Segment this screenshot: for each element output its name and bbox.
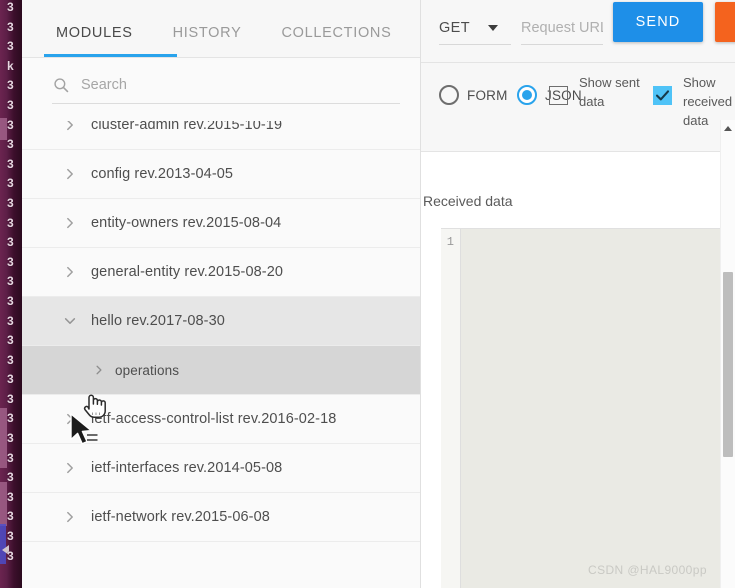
strip-glyph: 3: [7, 489, 14, 504]
module-row[interactable]: hello rev.2017-08-30: [22, 297, 420, 346]
tab-modules[interactable]: MODULES: [36, 25, 153, 57]
active-tab-indicator: [44, 54, 177, 57]
strip-glyph: 3: [7, 235, 14, 250]
left-edge-strip: 3 3 3 k 3 3 3 3 3 3 3 3 3 3 3 3 3 3 3 3 3 3 3 3 3 3 3 3 3: [0, 0, 22, 588]
strip-glyph: 3: [7, 78, 14, 93]
module-row[interactable]: ietf-interfaces rev.2014-05-08: [22, 444, 420, 493]
module-row[interactable]: general-entity rev.2015-08-20: [22, 248, 420, 297]
chevron-right-icon[interactable]: [63, 216, 77, 230]
strip-glyph: 3: [7, 352, 14, 367]
strip-glyph: 3: [7, 39, 14, 54]
strip-glyph-column: 3 3 3 k 3 3 3 3 3 3 3 3 3 3 3 3 3 3 3 3 3 3 3 3 3 3 3 3 3: [7, 0, 22, 566]
scrollbar-thumb[interactable]: [723, 272, 733, 457]
chevron-right-icon[interactable]: [63, 412, 77, 426]
module-row-label: cluster-admin rev.2015-10-19: [91, 121, 283, 133]
received-data-editor[interactable]: 1: [441, 228, 735, 588]
module-list-scroll[interactable]: cluster-admin rev.2015-10-19 config rev.2…: [22, 121, 420, 588]
strip-glyph: 3: [7, 333, 14, 348]
module-child-row[interactable]: operations: [22, 346, 420, 395]
module-row[interactable]: config rev.2013-04-05: [22, 150, 420, 199]
show-received-data-checkbox[interactable]: [653, 86, 672, 105]
chevron-right-icon[interactable]: [63, 510, 77, 524]
strip-glyph: 3: [7, 156, 14, 171]
strip-glyph: 3: [7, 391, 14, 406]
strip-glyph: 3: [7, 293, 14, 308]
watermark: CSDN @HAL9000pp: [588, 563, 707, 577]
tab-label: HISTORY: [172, 25, 242, 41]
search-row[interactable]: [52, 76, 400, 104]
module-row-label: ietf-interfaces rev.2014-05-08: [91, 460, 283, 476]
chevron-down-icon[interactable]: [63, 314, 77, 328]
received-data-title: Received data: [423, 193, 513, 209]
request-options-row: FORM JSON Show sent data Show received d…: [421, 62, 735, 153]
http-method-value: GET: [439, 20, 471, 36]
module-row[interactable]: cluster-admin rev.2015-10-19: [22, 121, 420, 150]
strip-glyph: 3: [7, 195, 14, 210]
strip-glyph: 3: [7, 431, 14, 446]
strip-glyph: 3: [7, 313, 14, 328]
module-row[interactable]: ietf-access-control-list rev.2016-02-18: [22, 395, 420, 444]
send-button[interactable]: SEND: [613, 2, 703, 42]
module-row-label: general-entity rev.2015-08-20: [91, 264, 284, 280]
strip-glyph: 3: [7, 117, 14, 132]
strip-glyph: 3: [7, 274, 14, 289]
tab-label: MODULES: [56, 25, 133, 41]
tab-collections[interactable]: COLLECTIONS: [261, 25, 411, 57]
module-row-label: config rev.2013-04-05: [91, 166, 234, 182]
editor-line-number: 1: [446, 235, 454, 249]
radio-form-label: FORM: [467, 88, 508, 103]
check-icon: [655, 90, 670, 101]
module-row-label: operations: [115, 362, 180, 378]
search-icon: [54, 78, 69, 93]
module-list: cluster-admin rev.2015-10-19 config rev.2…: [22, 121, 420, 542]
app-root: 3 3 3 k 3 3 3 3 3 3 3 3 3 3 3 3 3 3 3 3 3 3 3 3 3 3 3 3 3 MODULES HIS…: [0, 0, 735, 588]
strip-glyph: 3: [7, 470, 14, 485]
tab-label: COLLECTIONS: [281, 25, 392, 41]
search-input[interactable]: [81, 77, 381, 93]
strip-glyph: 3: [7, 372, 14, 387]
module-row-label: hello rev.2017-08-30: [91, 313, 225, 329]
strip-glyph: 3: [7, 548, 14, 563]
secondary-action-button[interactable]: [715, 2, 735, 42]
strip-glyph: 3: [7, 529, 14, 544]
module-row-label: ietf-network rev.2015-06-08: [91, 509, 270, 525]
chevron-right-icon[interactable]: [93, 364, 105, 376]
tab-list: MODULES HISTORY COLLECTIONS: [22, 0, 420, 57]
strip-glyph: 3: [7, 215, 14, 230]
show-sent-data-checkbox[interactable]: [549, 86, 568, 105]
strip-glyph: 3: [7, 19, 14, 34]
show-sent-data-label: Show sent data: [579, 75, 640, 109]
module-row[interactable]: entity-owners rev.2015-08-04: [22, 199, 420, 248]
module-row-label: ietf-access-control-list rev.2016-02-18: [91, 411, 337, 427]
strip-glyph: 3: [7, 97, 14, 112]
panel-tabbar: MODULES HISTORY COLLECTIONS: [22, 0, 420, 58]
modules-panel: MODULES HISTORY COLLECTIONS cluster-admin …: [22, 0, 421, 588]
strip-glyph: 3: [7, 254, 14, 269]
chevron-right-icon[interactable]: [63, 167, 77, 181]
strip-glyph: 3: [7, 137, 14, 152]
strip-glyph: 3: [7, 450, 14, 465]
strip-glyph: 3: [7, 176, 14, 191]
module-row-label: entity-owners rev.2015-08-04: [91, 215, 282, 231]
scroll-up-arrow-icon[interactable]: [724, 126, 732, 131]
tab-history[interactable]: HISTORY: [153, 25, 262, 57]
search-area: [22, 58, 420, 121]
editor-gutter: [441, 229, 461, 588]
http-method-select[interactable]: GET: [439, 20, 511, 45]
chevron-right-icon[interactable]: [63, 121, 77, 132]
strip-glyph: 3: [7, 509, 14, 524]
chevron-down-icon: [488, 25, 499, 31]
strip-glyph: 3: [7, 0, 14, 14]
chevron-right-icon[interactable]: [63, 461, 77, 475]
radio-json[interactable]: [517, 85, 537, 105]
strip-glyph: 3: [7, 411, 14, 426]
strip-glyph: k: [7, 58, 14, 73]
radio-form[interactable]: [439, 85, 459, 105]
chevron-right-icon[interactable]: [63, 265, 77, 279]
request-url-input[interactable]: [521, 20, 603, 45]
module-row[interactable]: ietf-network rev.2015-06-08: [22, 493, 420, 542]
module-list-scrollbar[interactable]: [720, 120, 735, 588]
